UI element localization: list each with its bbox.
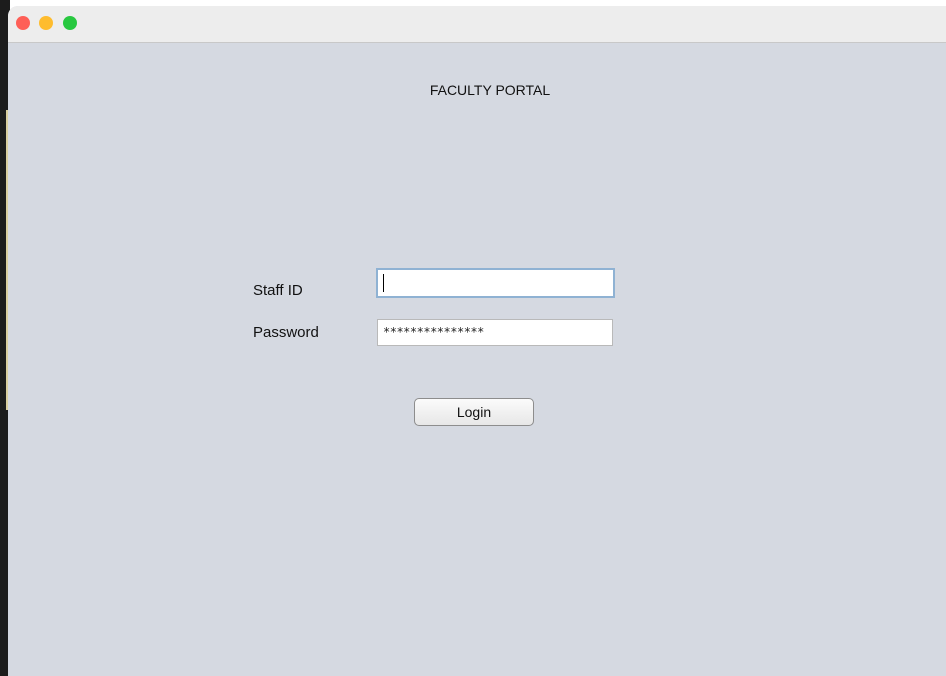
password-label: Password: [253, 324, 319, 341]
title-bar[interactable]: [8, 6, 946, 43]
text-caret: [383, 274, 384, 292]
close-window-icon[interactable]: [16, 16, 30, 30]
staff-id-label: Staff ID: [253, 282, 303, 299]
password-masked-value: ***************: [383, 325, 484, 339]
faculty-portal-window: FACULTY PORTAL Staff ID Password *******…: [8, 6, 946, 676]
login-button[interactable]: Login: [414, 398, 534, 426]
password-field[interactable]: ***************: [377, 319, 613, 346]
zoom-window-icon[interactable]: [63, 16, 77, 30]
page-title: FACULTY PORTAL: [429, 82, 551, 98]
minimize-window-icon[interactable]: [39, 16, 53, 30]
staff-id-field[interactable]: [376, 268, 615, 298]
